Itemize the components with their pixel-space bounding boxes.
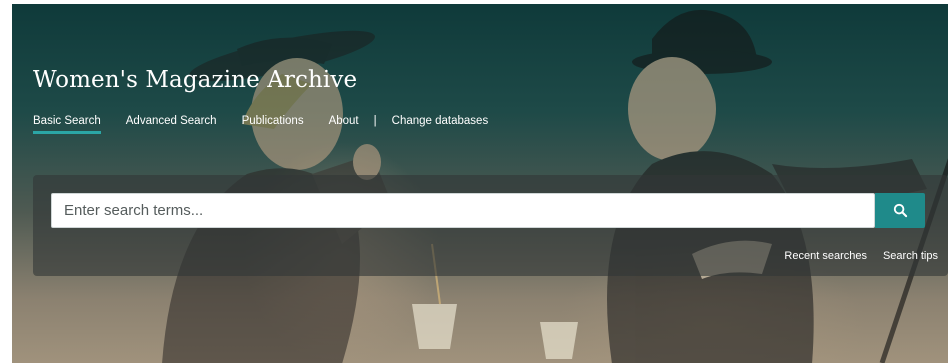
nav-about[interactable]: About [329,115,359,133]
nav-change-databases[interactable]: Change databases [392,115,489,133]
search-links: Recent searches Search tips [768,250,938,262]
search-panel: Recent searches Search tips [33,175,948,276]
search-icon [893,203,907,218]
search-tips-link[interactable]: Search tips [883,250,938,262]
nav-publications[interactable]: Publications [242,115,304,133]
page-title: Women's Magazine Archive [33,67,358,93]
nav-separator: | [373,115,377,127]
nav-basic-search[interactable]: Basic Search [33,115,101,134]
recent-searches-link[interactable]: Recent searches [784,250,867,262]
hero-banner: Women's Magazine Archive Basic Search Ad… [12,4,948,363]
search-input[interactable] [51,193,875,228]
main-nav: Basic Search Advanced Search Publication… [33,115,513,139]
search-button[interactable] [875,193,925,228]
nav-advanced-search[interactable]: Advanced Search [126,115,217,133]
